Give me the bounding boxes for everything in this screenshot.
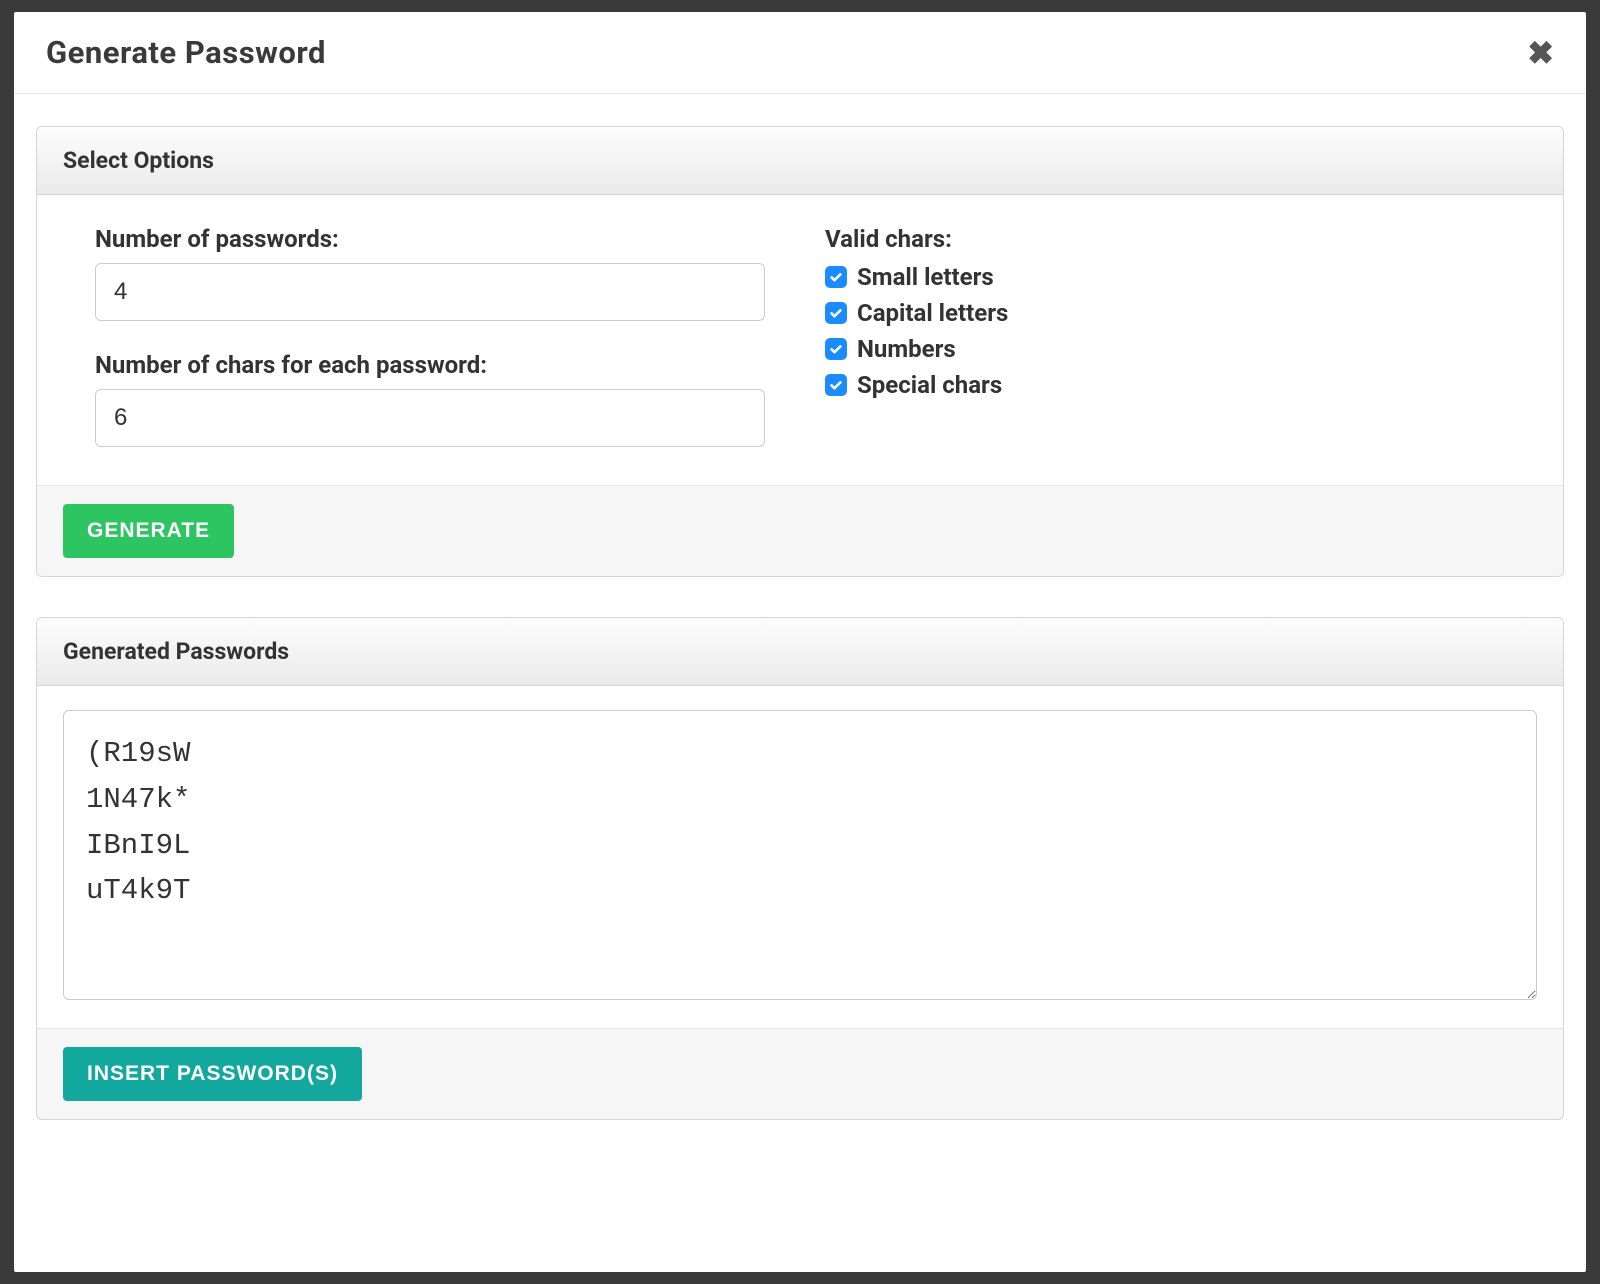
modal-title: Generate Password [46,34,326,71]
valid-chars-label: Valid chars: [825,225,1505,253]
select-options-title: Select Options [63,147,1537,174]
generate-button[interactable]: Generate [63,504,234,558]
modal-header: Generate Password ✖ [14,12,1586,94]
select-options-heading: Select Options [37,127,1563,195]
checkbox-label-numbers[interactable]: Numbers [857,335,956,363]
checkmark-icon [829,270,843,284]
select-options-footer: Generate [37,485,1563,576]
generate-password-modal: Generate Password ✖ Select Options Numbe… [14,12,1586,1272]
num-chars-input[interactable] [95,389,765,447]
options-row: Number of passwords: Number of chars for… [95,225,1505,447]
modal-body: Select Options Number of passwords: Numb… [14,94,1586,1272]
select-options-body: Number of passwords: Number of chars for… [37,195,1563,485]
checkbox-capital-letters[interactable] [825,302,847,324]
generated-passwords-title: Generated Passwords [63,638,1537,665]
num-chars-group: Number of chars for each password: [95,351,765,447]
checkbox-numbers[interactable] [825,338,847,360]
checkbox-small-letters[interactable] [825,266,847,288]
checkbox-item-numbers: Numbers [825,335,1505,363]
select-options-panel: Select Options Number of passwords: Numb… [36,126,1564,577]
close-icon: ✖ [1527,35,1554,71]
close-button[interactable]: ✖ [1527,37,1554,69]
checkmark-icon [829,342,843,356]
checkbox-label-small-letters[interactable]: Small letters [857,263,994,291]
num-chars-label: Number of chars for each password: [95,351,765,379]
num-passwords-group: Number of passwords: [95,225,765,321]
checkbox-item-small-letters: Small letters [825,263,1505,291]
generated-passwords-output[interactable] [63,710,1537,1000]
options-left-column: Number of passwords: Number of chars for… [95,225,765,447]
checkbox-item-special-chars: Special chars [825,371,1505,399]
generated-passwords-panel: Generated Passwords Insert Password(s) [36,617,1564,1120]
generated-passwords-footer: Insert Password(s) [37,1028,1563,1119]
valid-chars-checkbox-group: Small letters Capital letters [825,263,1505,399]
checkbox-label-capital-letters[interactable]: Capital letters [857,299,1008,327]
generated-passwords-body [37,686,1563,1028]
checkbox-label-special-chars[interactable]: Special chars [857,371,1002,399]
num-passwords-label: Number of passwords: [95,225,765,253]
insert-passwords-button[interactable]: Insert Password(s) [63,1047,362,1101]
checkmark-icon [829,378,843,392]
options-right-column: Valid chars: Small letters [825,225,1505,447]
num-passwords-input[interactable] [95,263,765,321]
checkmark-icon [829,306,843,320]
checkbox-special-chars[interactable] [825,374,847,396]
checkbox-item-capital-letters: Capital letters [825,299,1505,327]
generated-passwords-heading: Generated Passwords [37,618,1563,686]
